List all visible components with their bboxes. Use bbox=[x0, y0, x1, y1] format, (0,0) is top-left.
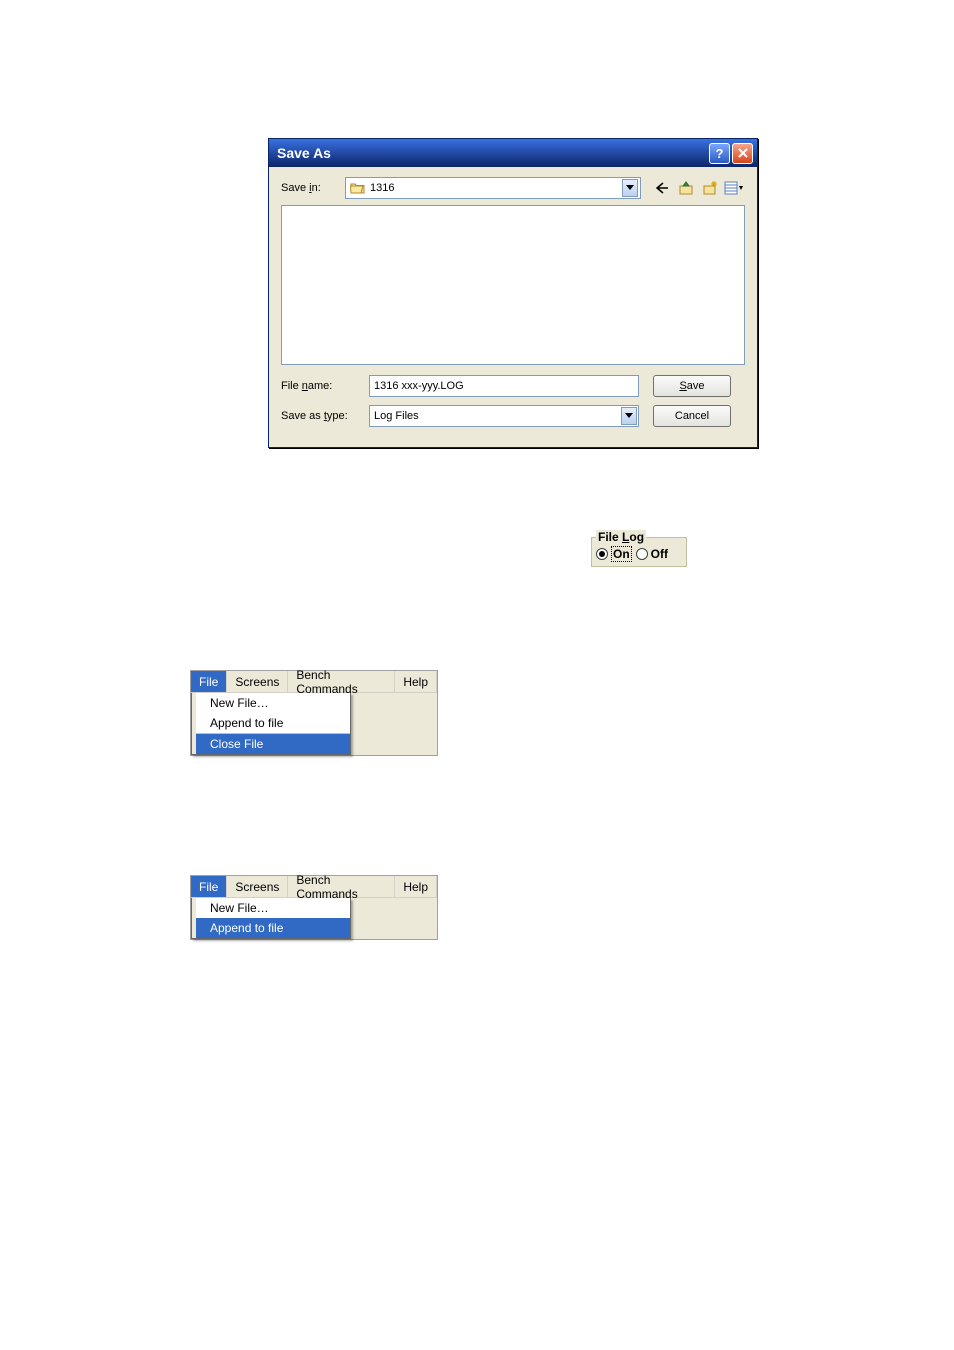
file-log-legend: File Log bbox=[596, 530, 646, 544]
save-as-type-row: Save as type: Log Files Cancel bbox=[281, 405, 745, 427]
menu-bench-commands[interactable]: Bench Commands bbox=[288, 671, 395, 692]
menu-bench-commands[interactable]: Bench Commands bbox=[288, 876, 395, 897]
save-as-type-value: Log Files bbox=[374, 410, 621, 422]
save-as-type-label: Save as type: bbox=[281, 410, 369, 422]
save-in-value: 1316 bbox=[370, 182, 618, 194]
save-in-row: Save in: 1316 bbox=[281, 177, 745, 199]
file-menu-dropdown: New File… Append to file bbox=[191, 898, 351, 939]
file-name-value: 1316 xxx-yyy.LOG bbox=[374, 380, 634, 392]
file-log-off-radio[interactable]: Off bbox=[636, 547, 668, 561]
file-log-on-radio[interactable]: On bbox=[596, 546, 632, 562]
save-as-type-combo[interactable]: Log Files bbox=[369, 405, 639, 427]
save-in-dropdown-button[interactable] bbox=[622, 179, 638, 197]
menu-file[interactable]: File bbox=[191, 671, 227, 692]
menu-screenshot-append: File Screens Bench Commands Help New Fil… bbox=[190, 875, 438, 940]
save-as-type-dropdown-button[interactable] bbox=[621, 407, 637, 425]
file-name-label: File name: bbox=[281, 380, 369, 392]
menu-help[interactable]: Help bbox=[395, 876, 437, 897]
menu-item-new-file[interactable]: New File… bbox=[196, 693, 350, 713]
file-list-pane[interactable] bbox=[281, 205, 745, 365]
menu-file[interactable]: File bbox=[191, 876, 227, 897]
up-one-level-icon[interactable] bbox=[675, 178, 697, 198]
radio-on-icon bbox=[596, 548, 608, 560]
menu-screens[interactable]: Screens bbox=[227, 671, 288, 692]
file-name-row: File name: 1316 xxx-yyy.LOG Save bbox=[281, 375, 745, 397]
menu-help[interactable]: Help bbox=[395, 671, 437, 692]
cancel-button[interactable]: Cancel bbox=[653, 405, 731, 427]
menu-screens[interactable]: Screens bbox=[227, 876, 288, 897]
radio-off-icon bbox=[636, 548, 648, 560]
titlebar[interactable]: Save As ? bbox=[269, 139, 757, 167]
radio-on-label: On bbox=[611, 546, 632, 562]
help-button[interactable]: ? bbox=[709, 143, 730, 164]
menu-item-new-file[interactable]: New File… bbox=[196, 898, 350, 918]
file-name-input[interactable]: 1316 xxx-yyy.LOG bbox=[369, 375, 639, 397]
window-title: Save As bbox=[277, 145, 707, 161]
folder-toolbar bbox=[651, 178, 745, 198]
menu-bar: File Screens Bench Commands Help bbox=[191, 876, 437, 898]
folder-open-icon bbox=[350, 181, 366, 195]
menu-item-append-to-file[interactable]: Append to file bbox=[196, 918, 350, 938]
radio-off-label: Off bbox=[651, 547, 668, 561]
save-button[interactable]: Save bbox=[653, 375, 731, 397]
file-log-group: File Log On Off bbox=[591, 537, 687, 567]
menu-bar: File Screens Bench Commands Help bbox=[191, 671, 437, 693]
back-icon[interactable] bbox=[651, 178, 673, 198]
new-folder-icon[interactable] bbox=[699, 178, 721, 198]
menu-item-append-to-file[interactable]: Append to file bbox=[196, 713, 350, 733]
save-as-dialog: Save As ? Save in: 1316 bbox=[268, 138, 758, 448]
close-button[interactable] bbox=[732, 143, 753, 164]
views-icon[interactable] bbox=[723, 178, 745, 198]
menu-item-close-file[interactable]: Close File bbox=[196, 733, 350, 754]
save-in-combo[interactable]: 1316 bbox=[345, 177, 641, 199]
file-menu-dropdown: New File… Append to file Close File bbox=[191, 693, 351, 755]
menu-screenshot-close-file: File Screens Bench Commands Help New Fil… bbox=[190, 670, 438, 756]
save-in-label: Save in: bbox=[281, 182, 341, 194]
